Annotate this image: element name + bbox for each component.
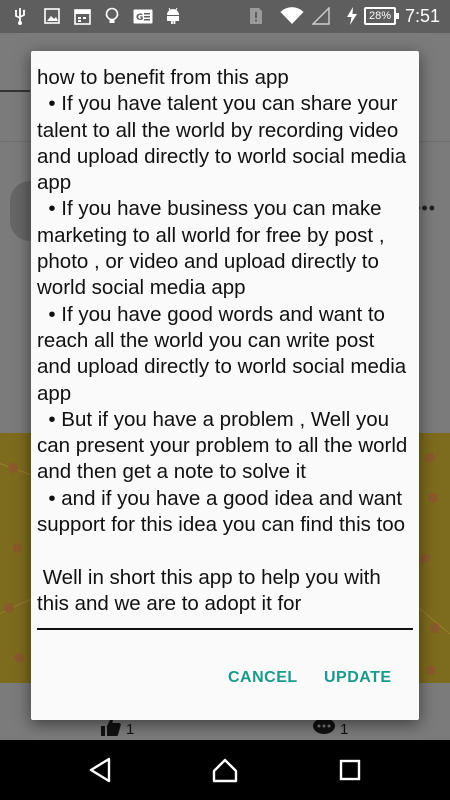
post-text-field[interactable]: how to benefit from this app • If you ha… [37,65,413,631]
comment-icon [312,717,336,741]
android-icon [165,7,181,25]
card-icon: G [133,7,153,25]
home-icon[interactable] [211,756,239,784]
back-icon[interactable] [86,756,114,784]
battery-indicator: 28% [364,7,399,25]
lightbulb-icon [104,7,120,25]
thumbs-up-icon [100,717,122,741]
usb-icon [12,7,28,25]
signal-icon [311,7,331,25]
likes-count: 1 [126,720,135,738]
recents-icon[interactable] [336,756,364,784]
clock: 7:51 [404,6,440,26]
dialog-actions: CANCEL UPDATE [31,663,419,699]
image-icon [43,7,61,25]
sim-icon [248,7,264,25]
charging-icon [345,7,359,25]
cancel-button[interactable]: CANCEL [228,669,298,687]
wifi-icon [279,7,305,25]
comments-count: 1 [340,720,349,738]
text-field-underline [37,628,413,630]
status-bar: G 28% 7:51 [0,0,450,33]
svg-text:G: G [136,13,143,23]
update-button[interactable]: UPDATE [324,669,392,687]
calendar-icon [73,7,91,25]
navigation-bar [0,740,450,800]
like-button: 1 [100,717,134,741]
tab-indicator [0,90,30,92]
comment-button: 1 [312,717,348,741]
edit-post-dialog: how to benefit from this app • If you ha… [31,51,419,720]
post-text-content[interactable]: how to benefit from this app • If you ha… [37,65,413,617]
